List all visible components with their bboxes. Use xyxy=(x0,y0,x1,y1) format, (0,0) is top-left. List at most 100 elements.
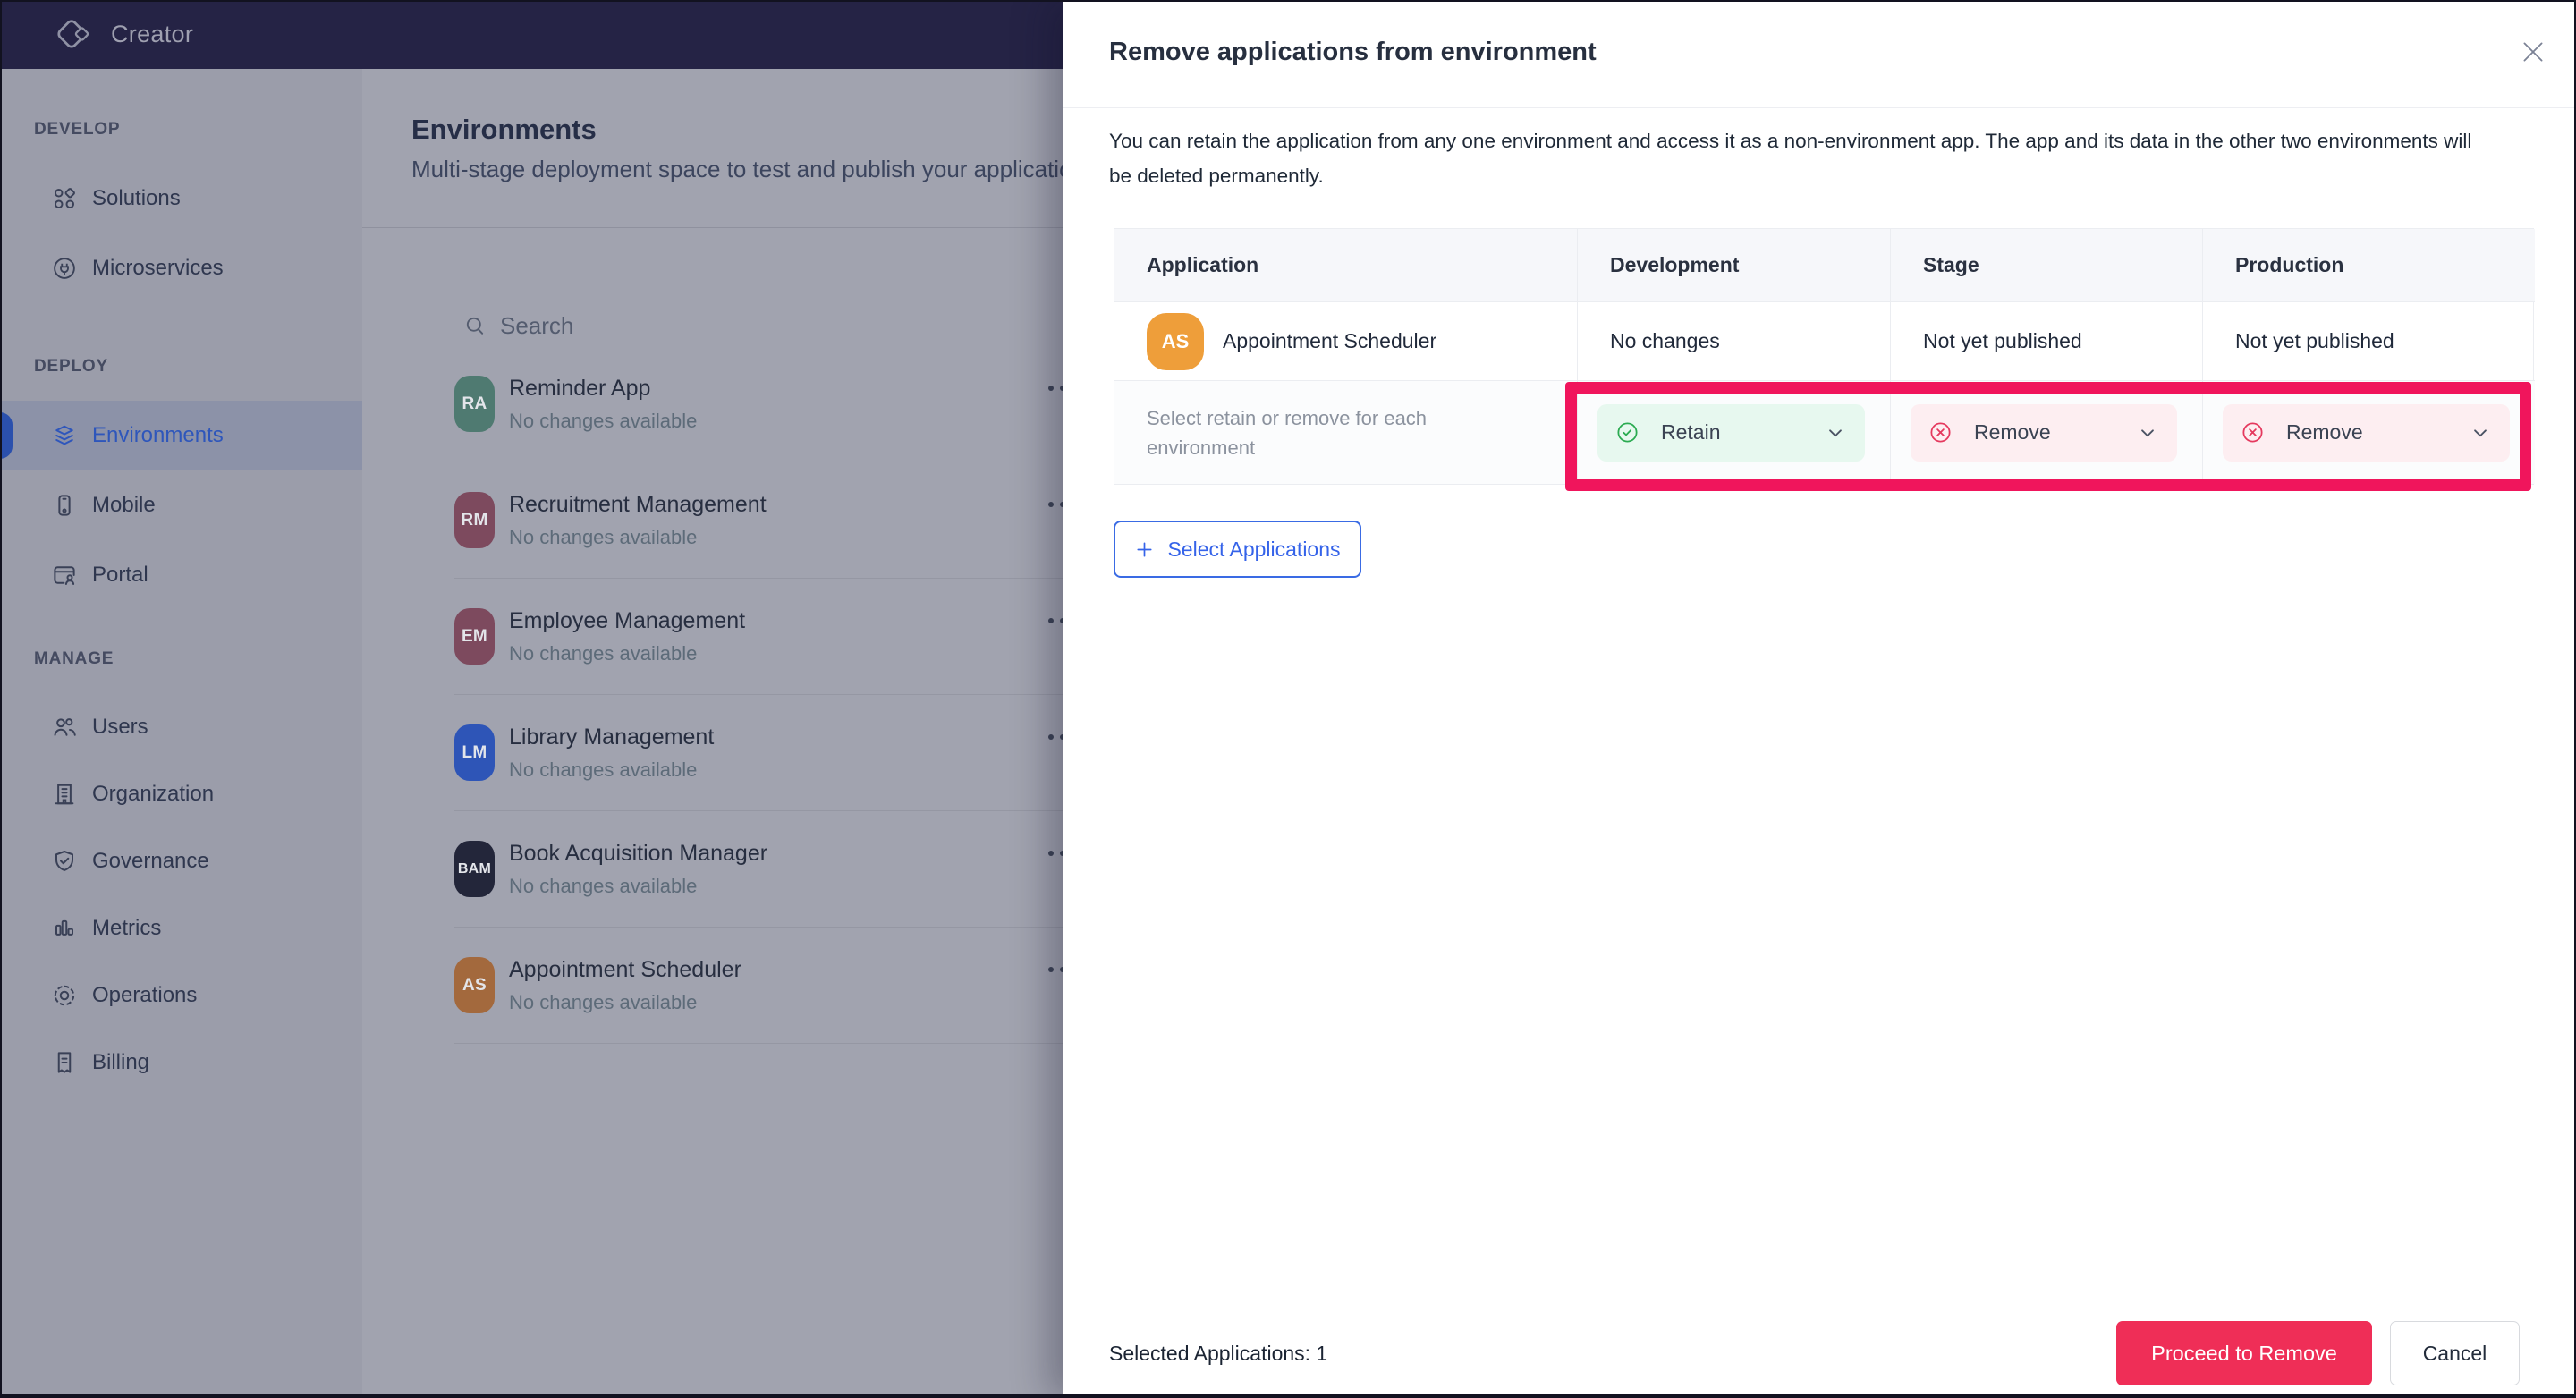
app-title: Creator xyxy=(111,21,194,47)
microservices-plug-icon xyxy=(51,255,78,282)
column-header-application: Application xyxy=(1114,229,1578,302)
remove-dropdown-stage[interactable]: Remove xyxy=(1911,403,2177,462)
app-name: Book Acquisition Manager xyxy=(509,840,768,866)
close-icon[interactable] xyxy=(2519,38,2547,66)
sidebar-item-users[interactable]: Users xyxy=(0,693,362,760)
app-status: No changes available xyxy=(509,409,698,432)
sidebar-item-metrics[interactable]: Metrics xyxy=(0,894,362,962)
app-name: Library Management xyxy=(509,724,715,750)
sidebar-item-mobile[interactable]: Mobile xyxy=(0,470,362,540)
sidebar-item-label: Microservices xyxy=(92,256,224,280)
retain-dropdown[interactable]: Retain xyxy=(1597,403,1865,462)
app-name: Appointment Scheduler xyxy=(509,956,741,982)
app-status: No changes available xyxy=(509,641,698,665)
select-applications-button[interactable]: Select Applications xyxy=(1114,521,1361,578)
billing-receipt-icon xyxy=(51,1049,78,1076)
creator-brand[interactable]: Creator xyxy=(54,16,193,54)
users-icon xyxy=(51,714,78,741)
select-applications-label: Select Applications xyxy=(1167,537,1341,561)
x-circle-icon xyxy=(1928,420,1953,445)
app-status: No changes available xyxy=(509,525,698,548)
table-cell-stage-action: Remove xyxy=(1891,381,2203,484)
table-cell-production-action: Remove xyxy=(2203,381,2535,484)
modal-title: Remove applications from environment xyxy=(1109,38,1597,66)
sidebar-item-label: Operations xyxy=(92,982,198,1007)
sidebar-item-label: Metrics xyxy=(92,915,162,940)
sidebar-item-label: Portal xyxy=(92,563,148,587)
table-cell-development-status: No changes xyxy=(1578,302,1891,381)
remove-applications-modal: Remove applications from environment You… xyxy=(1063,0,2576,1398)
sidebar-item-environments[interactable]: Environments xyxy=(0,401,362,470)
sidebar-item-billing[interactable]: Billing xyxy=(0,1029,362,1096)
app-name: Reminder App xyxy=(509,375,651,401)
remove-dropdown-production[interactable]: Remove xyxy=(2223,403,2510,462)
selected-applications-count: Selected Applications: 1 xyxy=(1109,1341,1328,1365)
active-item-indicator xyxy=(0,412,13,459)
sidebar-item-solutions[interactable]: Solutions xyxy=(0,164,362,233)
sidebar-item-portal[interactable]: Portal xyxy=(0,540,362,610)
plus-icon xyxy=(1134,539,1155,560)
search-input[interactable] xyxy=(500,311,1080,340)
table-cell-stage-status: Not yet published xyxy=(1891,302,2203,381)
mobile-phone-icon xyxy=(51,492,78,519)
sidebar-item-label: Mobile xyxy=(92,493,156,517)
search-field[interactable] xyxy=(463,300,1080,352)
column-header-development: Development xyxy=(1578,229,1891,302)
environment-table: Application Development Stage Production… xyxy=(1114,228,2535,485)
app-name: Appointment Scheduler xyxy=(1223,329,1437,352)
sidebar-section-deploy: DEPLOY xyxy=(34,357,108,376)
sidebar-item-label: Organization xyxy=(92,781,215,806)
app-avatar: EM xyxy=(454,608,495,665)
app-avatar: RA xyxy=(454,376,495,432)
table-cell-production-status: Not yet published xyxy=(2203,302,2535,381)
x-circle-icon xyxy=(2241,420,2265,445)
creator-logo-icon xyxy=(54,16,91,54)
organization-building-icon xyxy=(51,781,78,808)
check-circle-icon xyxy=(1615,420,1640,445)
sidebar-section-develop: DEVELOP xyxy=(34,120,121,139)
app-status: No changes available xyxy=(509,758,698,781)
sidebar-item-organization[interactable]: Organization xyxy=(0,760,362,827)
app-name: Recruitment Management xyxy=(509,491,767,517)
dropdown-value: Retain xyxy=(1661,420,1721,444)
sidebar-item-governance[interactable]: Governance xyxy=(0,827,362,894)
environments-layers-icon xyxy=(51,422,78,449)
table-cell-action-label: Select retain or remove for each environ… xyxy=(1114,381,1578,484)
sidebar-item-label: Billing xyxy=(92,1049,150,1074)
app-name: Employee Management xyxy=(509,607,746,633)
solutions-grid-icon xyxy=(51,185,78,212)
sidebar-item-label: Governance xyxy=(92,848,209,873)
modal-description: You can retain the application from any … xyxy=(1109,130,2472,187)
page-subtitle: Multi-stage deployment space to test and… xyxy=(411,156,1097,182)
column-header-production: Production xyxy=(2203,229,2535,302)
column-header-stage: Stage xyxy=(1891,229,2203,302)
sidebar-item-label: Environments xyxy=(92,423,224,447)
search-icon xyxy=(463,314,487,338)
proceed-to-remove-button[interactable]: Proceed to Remove xyxy=(2116,1321,2372,1385)
sidebar-item-microservices[interactable]: Microservices xyxy=(0,233,362,303)
app-avatar: AS xyxy=(454,957,495,1013)
app-avatar: RM xyxy=(454,492,495,548)
chevron-down-icon xyxy=(2469,421,2492,445)
metrics-bars-icon xyxy=(51,915,78,942)
app-avatar: AS xyxy=(1147,312,1204,370)
chevron-down-icon xyxy=(1824,421,1847,445)
governance-shield-icon xyxy=(51,848,78,875)
sidebar-section-manage: MANAGE xyxy=(34,649,114,668)
dropdown-value: Remove xyxy=(2286,420,2363,444)
app-avatar: BAM xyxy=(454,841,495,897)
sidebar-item-operations[interactable]: Operations xyxy=(0,962,362,1029)
action-row-label: Select retain or remove for each environ… xyxy=(1147,406,1428,459)
portal-window-icon xyxy=(51,562,78,589)
app-status: No changes available xyxy=(509,874,698,897)
table-cell-development-action: Retain xyxy=(1578,381,1891,484)
dropdown-value: Remove xyxy=(1974,420,2051,444)
sidebar: DEVELOP Solutions Microservices DEPLOY E… xyxy=(0,69,362,1398)
page-title: Environments xyxy=(411,114,597,145)
sidebar-item-label: Solutions xyxy=(92,186,181,210)
operations-gear-icon xyxy=(51,982,78,1009)
app-status: No changes available xyxy=(509,990,698,1013)
modal-divider xyxy=(1063,107,2576,108)
modal-footer: Selected Applications: 1 Proceed to Remo… xyxy=(1109,1321,2520,1385)
cancel-button[interactable]: Cancel xyxy=(2390,1321,2520,1385)
